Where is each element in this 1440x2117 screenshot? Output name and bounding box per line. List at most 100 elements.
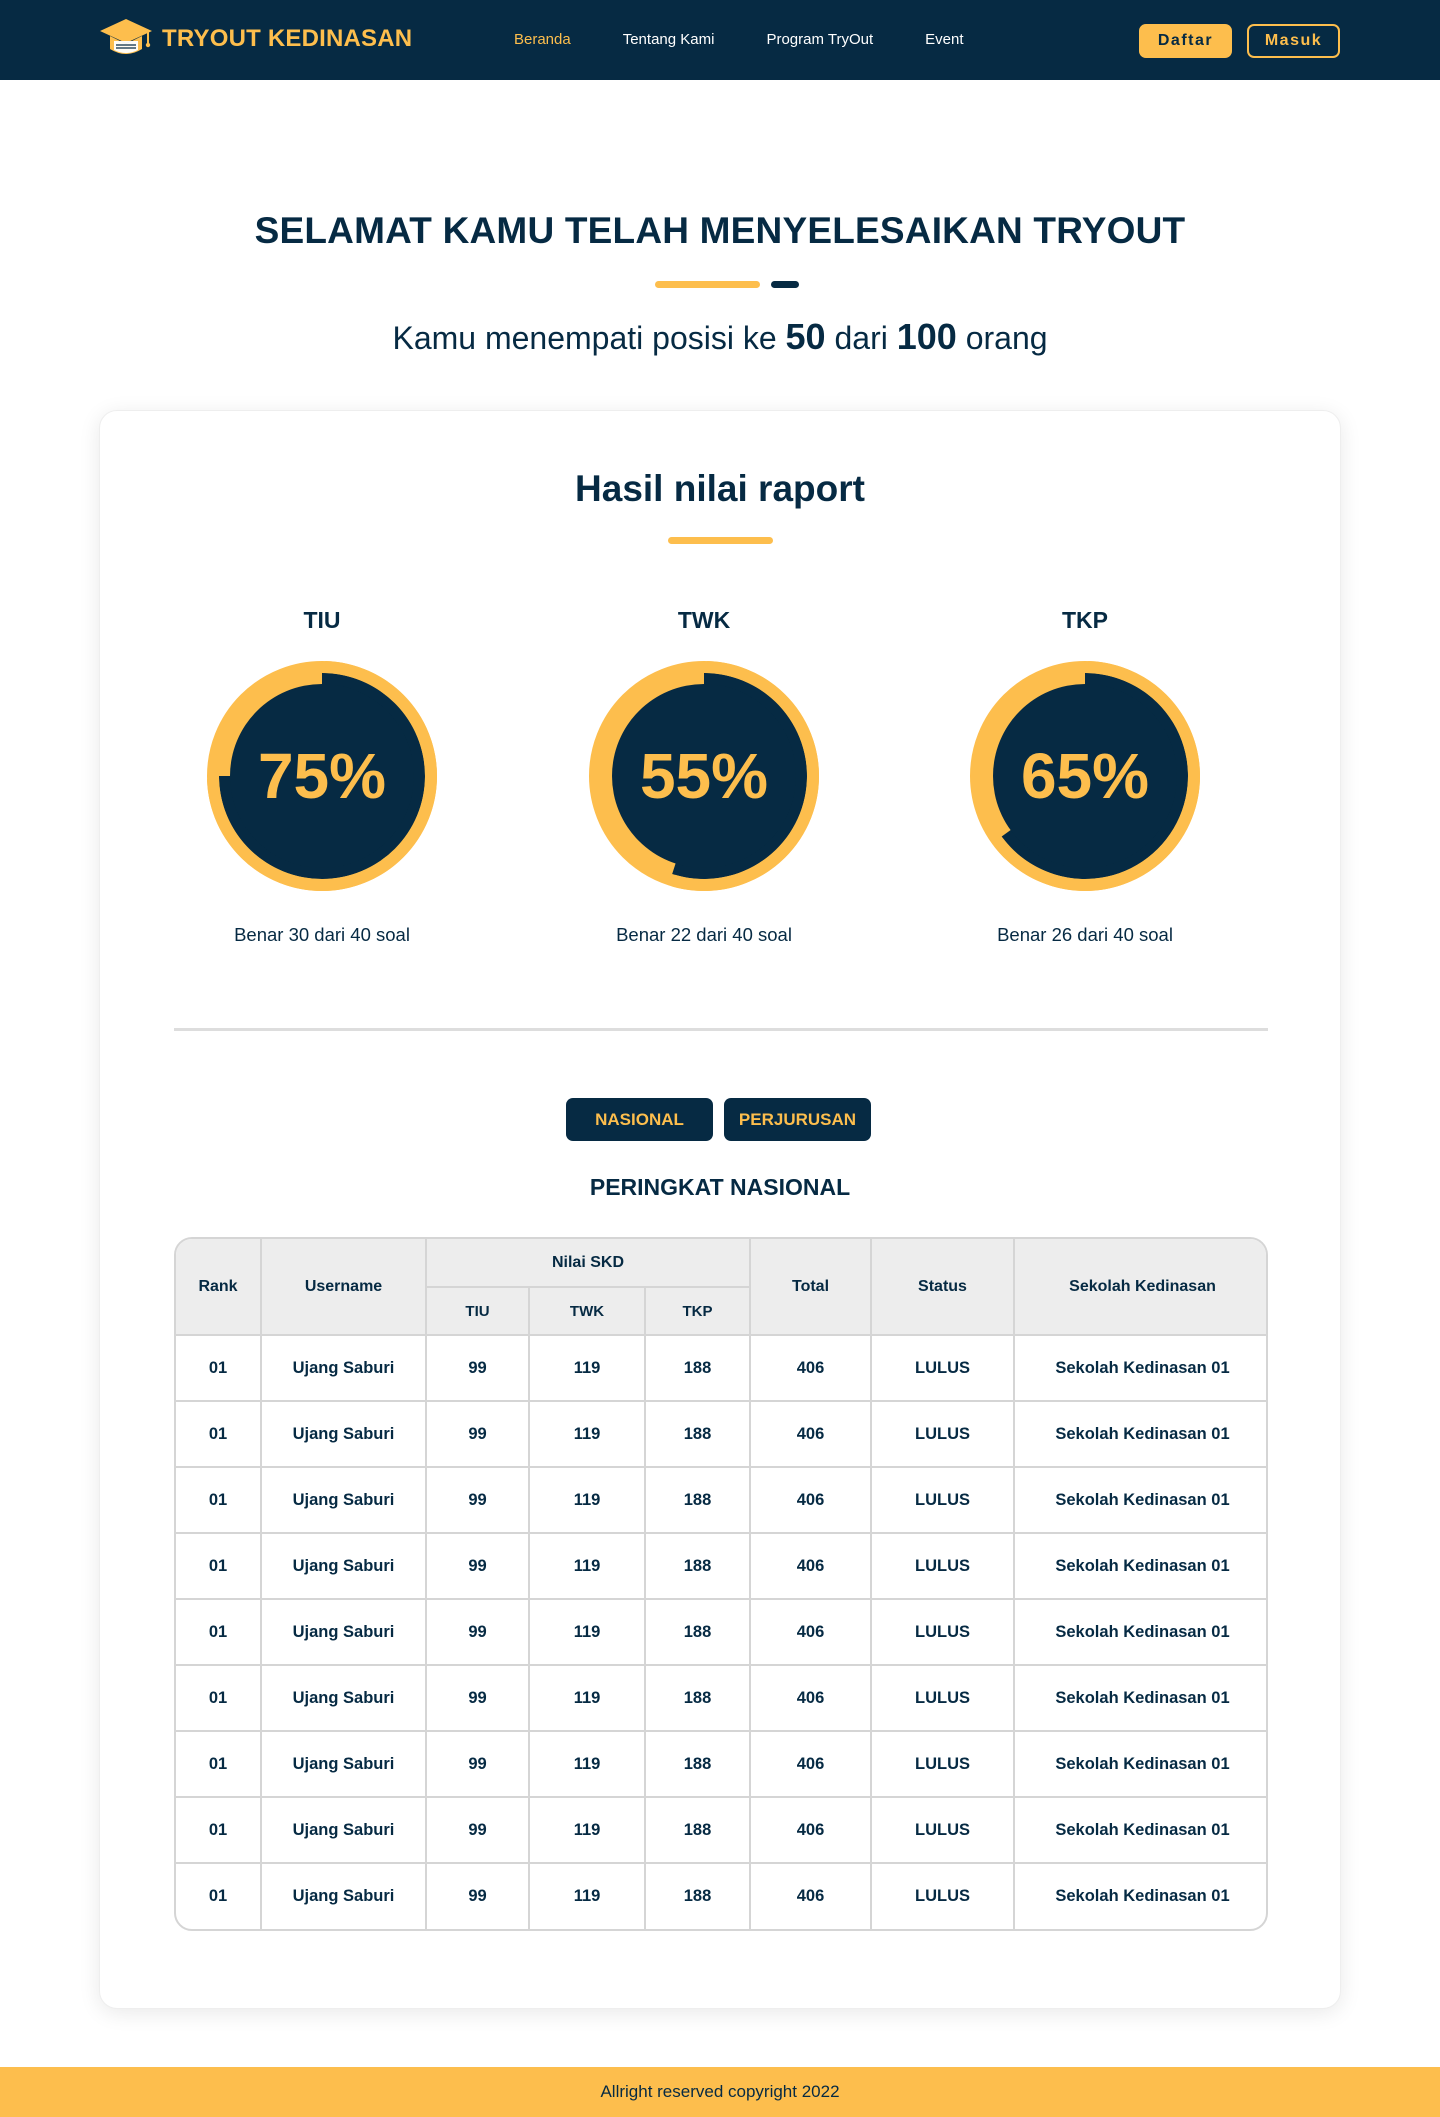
cell-school: Sekolah Kedinasan 01: [1013, 1862, 1266, 1929]
copyright-text: Allright reserved copyright 2022: [600, 2082, 840, 2101]
cell-school: Sekolah Kedinasan 01: [1013, 1730, 1266, 1798]
nav-link-beranda[interactable]: Beranda: [514, 31, 571, 48]
total-participants: 100: [896, 316, 957, 357]
cell-school: Sekolah Kedinasan 01: [1013, 1400, 1266, 1468]
table-row: 01 Ujang Saburi 99 119 188 406 LULUS Sek…: [176, 1796, 1266, 1864]
cell-username: Ujang Saburi: [260, 1598, 427, 1666]
cell-username: Ujang Saburi: [260, 1334, 427, 1402]
cell-tiu: 99: [425, 1730, 530, 1798]
ranking-table-body: 01 Ujang Saburi 99 119 188 406 LULUS Sek…: [176, 1334, 1266, 1929]
tab-perjurusan[interactable]: PERJURUSAN: [724, 1098, 871, 1141]
page-footer: Allright reserved copyright 2022: [0, 2067, 1440, 2117]
report-title: Hasil nilai raport: [575, 468, 865, 509]
graduation-cap-icon: [98, 17, 154, 62]
cell-status: LULUS: [870, 1862, 1015, 1929]
cell-tkp: 188: [644, 1664, 751, 1732]
position-suffix: orang: [965, 320, 1048, 356]
cell-tiu: 99: [425, 1796, 530, 1864]
cell-twk: 119: [528, 1862, 646, 1929]
cell-tiu: 99: [425, 1598, 530, 1666]
header-school: Sekolah Kedinasan: [1013, 1239, 1266, 1336]
nav-link-tentang-kami[interactable]: Tentang Kami: [623, 31, 715, 48]
cell-school: Sekolah Kedinasan 01: [1013, 1334, 1266, 1402]
cell-twk: 119: [528, 1400, 646, 1468]
cell-total: 406: [749, 1400, 872, 1468]
score-tkp: TKP 65% Benar 26 dari 40 soal: [935, 607, 1235, 946]
register-button[interactable]: Daftar: [1139, 24, 1232, 58]
cell-school: Sekolah Kedinasan 01: [1013, 1664, 1266, 1732]
cell-tiu: 99: [425, 1400, 530, 1468]
cell-status: LULUS: [870, 1466, 1015, 1534]
cell-rank: 01: [176, 1334, 262, 1402]
cell-school: Sekolah Kedinasan 01: [1013, 1466, 1266, 1534]
cell-tkp: 188: [644, 1532, 751, 1600]
cell-tiu: 99: [425, 1334, 530, 1402]
table-row: 01 Ujang Saburi 99 119 188 406 LULUS Sek…: [176, 1862, 1266, 1929]
table-row: 01 Ujang Saburi 99 119 188 406 LULUS Sek…: [176, 1532, 1266, 1600]
nav-link-program-tryout[interactable]: Program TryOut: [766, 31, 873, 48]
cell-tkp: 188: [644, 1400, 751, 1468]
ranking-tabs: NASIONAL PERJURUSAN: [566, 1098, 871, 1141]
cell-username: Ujang Saburi: [260, 1730, 427, 1798]
cell-total: 406: [749, 1664, 872, 1732]
cell-twk: 119: [528, 1466, 646, 1534]
nav-link-event[interactable]: Event: [925, 31, 963, 48]
cell-username: Ujang Saburi: [260, 1664, 427, 1732]
cell-school: Sekolah Kedinasan 01: [1013, 1598, 1266, 1666]
cell-tkp: 188: [644, 1730, 751, 1798]
title-underline-accent: [655, 281, 760, 288]
cell-total: 406: [749, 1466, 872, 1534]
position-middle: dari: [834, 320, 888, 356]
cell-tkp: 188: [644, 1862, 751, 1929]
cell-total: 406: [749, 1796, 872, 1864]
score-donut: 75%: [207, 661, 437, 891]
score-donut: 65%: [970, 661, 1200, 891]
ranking-title: PERINGKAT NASIONAL: [589, 1174, 851, 1200]
cell-tiu: 99: [425, 1532, 530, 1600]
header-total: Total: [749, 1239, 872, 1336]
score-caption: Benar 26 dari 40 soal: [997, 924, 1173, 945]
cell-status: LULUS: [870, 1730, 1015, 1798]
cell-tiu: 99: [425, 1466, 530, 1534]
score-caption: Benar 22 dari 40 soal: [616, 924, 792, 945]
score-caption: Benar 30 dari 40 soal: [234, 924, 410, 945]
table-row: 01 Ujang Saburi 99 119 188 406 LULUS Sek…: [176, 1598, 1266, 1666]
score-twk: TWK 55% Benar 22 dari 40 soal: [554, 607, 854, 946]
cell-total: 406: [749, 1334, 872, 1402]
position-value: 50: [785, 316, 826, 357]
cell-tiu: 99: [425, 1862, 530, 1929]
cell-username: Ujang Saburi: [260, 1862, 427, 1929]
table-row: 01 Ujang Saburi 99 119 188 406 LULUS Sek…: [176, 1664, 1266, 1732]
cell-username: Ujang Saburi: [260, 1796, 427, 1864]
cell-rank: 01: [176, 1796, 262, 1864]
cell-school: Sekolah Kedinasan 01: [1013, 1532, 1266, 1600]
brand-logo[interactable]: TRYOUT KEDINASAN: [98, 18, 412, 60]
cell-school: Sekolah Kedinasan 01: [1013, 1796, 1266, 1864]
cell-rank: 01: [176, 1730, 262, 1798]
score-percent: 65%: [1021, 740, 1149, 812]
cell-status: LULUS: [870, 1400, 1015, 1468]
cell-total: 406: [749, 1730, 872, 1798]
cell-status: LULUS: [870, 1532, 1015, 1600]
tab-nasional[interactable]: NASIONAL: [566, 1098, 713, 1141]
header-status: Status: [870, 1239, 1015, 1336]
top-navbar: TRYOUT KEDINASAN Beranda Tentang Kami Pr…: [0, 0, 1440, 80]
table-row: 01 Ujang Saburi 99 119 188 406 LULUS Sek…: [176, 1400, 1266, 1468]
cell-twk: 119: [528, 1532, 646, 1600]
page-title: SELAMAT KAMU TELAH MENYELESAIKAN TRYOUT: [254, 210, 1186, 251]
cell-rank: 01: [176, 1862, 262, 1929]
login-button[interactable]: Masuk: [1247, 24, 1340, 58]
cell-tkp: 188: [644, 1466, 751, 1534]
cell-total: 406: [749, 1862, 872, 1929]
header-tiu: TIU: [426, 1286, 530, 1336]
score-label: TKP: [1062, 607, 1108, 633]
main-nav: Beranda Tentang Kami Program TryOut Even…: [514, 31, 964, 48]
cell-total: 406: [749, 1598, 872, 1666]
cell-rank: 01: [176, 1400, 262, 1468]
cell-username: Ujang Saburi: [260, 1400, 427, 1468]
score-percent: 55%: [640, 740, 768, 812]
table-row: 01 Ujang Saburi 99 119 188 406 LULUS Sek…: [176, 1334, 1266, 1402]
score-donut: 55%: [589, 661, 819, 891]
result-card: Hasil nilai raport TIU 75% Benar 30 dari…: [99, 410, 1341, 2009]
cell-status: LULUS: [870, 1796, 1015, 1864]
